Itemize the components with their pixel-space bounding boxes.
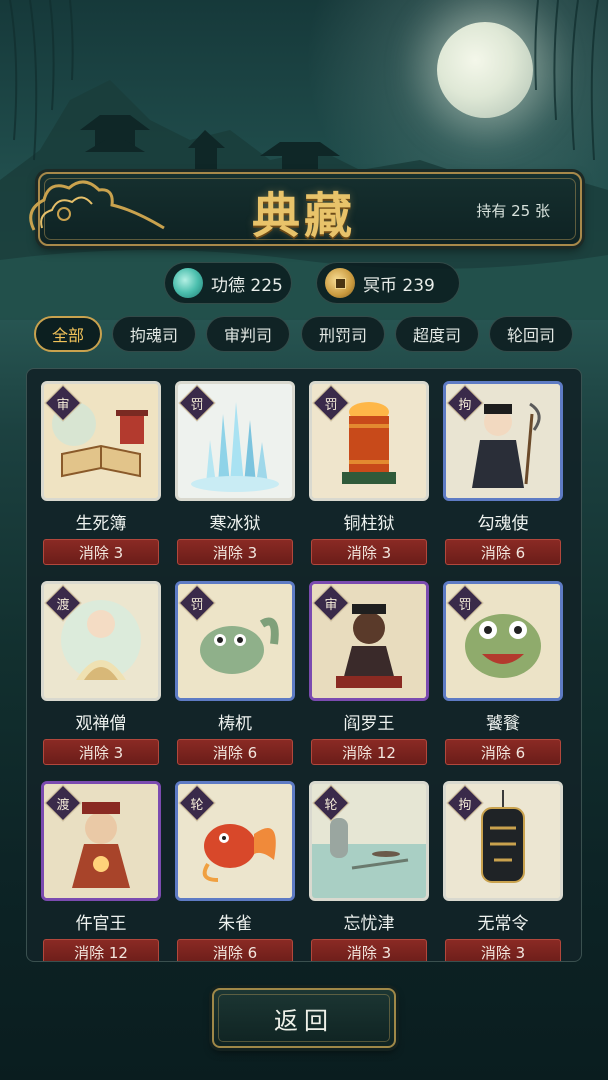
collection-card[interactable]: 罚饕餮消除 6 <box>443 581 563 765</box>
clear-count-button[interactable]: 消除 12 <box>43 939 159 961</box>
clear-count-button[interactable]: 消除 6 <box>445 739 561 765</box>
department-badge-label: 渡 <box>56 597 70 613</box>
clear-count-button[interactable]: 消除 6 <box>445 539 561 565</box>
collection-card[interactable]: 轮朱雀消除 6 <box>175 781 295 961</box>
tab-punishment[interactable]: 刑罚司 <box>301 316 385 352</box>
department-badge-label: 拘 <box>458 397 472 413</box>
clear-count-button[interactable]: 消除 3 <box>311 939 427 961</box>
department-badge-label: 罚 <box>458 597 472 613</box>
clear-count-button[interactable]: 消除 3 <box>177 539 293 565</box>
willow-right <box>534 0 599 161</box>
card-art-frame: 罚 <box>175 381 295 501</box>
clear-count-button[interactable]: 消除 6 <box>177 739 293 765</box>
card-name: 生死簿 <box>75 514 127 534</box>
tab-reincarnation[interactable]: 轮回司 <box>489 316 573 352</box>
card-name: 无常令 <box>477 914 529 934</box>
card-name: 朱雀 <box>218 914 252 934</box>
card-art-frame: 审 <box>41 381 161 501</box>
card-art-frame: 拘 <box>443 381 563 501</box>
card-art-frame: 轮 <box>175 781 295 901</box>
collection-card[interactable]: 罚梼杌消除 6 <box>175 581 295 765</box>
department-badge-label: 轮 <box>324 797 338 813</box>
department-badge-label: 渡 <box>56 797 70 813</box>
tab-all[interactable]: 全部 <box>34 316 102 352</box>
department-badge-label: 罚 <box>324 397 338 413</box>
owned-count: 持有 25 张 <box>476 202 550 220</box>
department-badge-label: 审 <box>56 397 70 413</box>
card-name: 勾魂使 <box>477 514 529 534</box>
card-name: 仵官王 <box>75 914 127 934</box>
coin-counter: 冥币 239 <box>316 262 460 304</box>
tab-judgment[interactable]: 审判司 <box>206 316 290 352</box>
collection-card[interactable]: 轮忘忧津消除 3 <box>309 781 429 961</box>
card-art-frame: 渡 <box>41 781 161 901</box>
card-collection-panel: 审生死簿 消除 3 罚寒冰狱 消除 3 罚铜柱狱 消除 3 拘勾魂使 消除 6 渡观禅僧 消除 3… <box>26 368 582 962</box>
clear-count-button[interactable]: 消除 12 <box>311 739 427 765</box>
clear-count-button[interactable]: 消除 3 <box>445 939 561 961</box>
merit-counter: 功德 225 <box>164 262 292 304</box>
tab-salvation[interactable]: 超度司 <box>395 316 479 352</box>
department-badge-label: 罚 <box>190 597 204 613</box>
collection-card[interactable]: 罚寒冰狱消除 3 <box>175 381 295 565</box>
coin-value: 冥币 239 <box>363 275 435 296</box>
jade-orb-icon <box>173 268 203 298</box>
tab-soul-catching[interactable]: 拘魂司 <box>112 316 196 352</box>
card-name: 观禅僧 <box>75 714 127 734</box>
card-art-frame: 罚 <box>175 581 295 701</box>
card-name: 饕餮 <box>486 714 520 734</box>
card-name: 寒冰狱 <box>209 514 261 534</box>
collection-card[interactable]: 拘勾魂使消除 6 <box>443 381 563 565</box>
card-name: 忘忧津 <box>343 914 395 934</box>
card-art-frame: 审 <box>309 581 429 701</box>
clear-count-button[interactable]: 消除 3 <box>311 539 427 565</box>
department-badge-label: 罚 <box>190 397 204 413</box>
card-name: 铜柱狱 <box>343 514 395 534</box>
card-art-frame: 渡 <box>41 581 161 701</box>
card-art-frame: 罚 <box>443 581 563 701</box>
back-button[interactable]: 返回 <box>212 988 396 1048</box>
card-name: 梼杌 <box>218 714 252 734</box>
collection-card[interactable]: 拘无常令消除 3 <box>443 781 563 961</box>
collection-card[interactable]: 罚铜柱狱消除 3 <box>309 381 429 565</box>
clear-count-button[interactable]: 消除 3 <box>43 739 159 765</box>
collection-card[interactable]: 渡观禅僧消除 3 <box>41 581 161 765</box>
card-art-frame: 拘 <box>443 781 563 901</box>
department-badge-label: 轮 <box>190 797 204 813</box>
card-art-frame: 罚 <box>309 381 429 501</box>
department-badge-label: 审 <box>324 597 338 613</box>
card-name: 阎罗王 <box>343 714 395 734</box>
coin-icon <box>325 268 355 298</box>
clear-count-button[interactable]: 消除 6 <box>177 939 293 961</box>
department-badge-label: 拘 <box>458 797 472 813</box>
collection-card[interactable]: 审生死簿消除 3 <box>41 381 161 565</box>
collection-card[interactable]: 渡仵官王消除 12 <box>41 781 161 961</box>
merit-value: 功德 225 <box>211 275 283 296</box>
card-art-frame: 轮 <box>309 781 429 901</box>
collection-card[interactable]: 审阎罗王消除 12 <box>309 581 429 765</box>
clear-count-button[interactable]: 消除 3 <box>43 539 159 565</box>
